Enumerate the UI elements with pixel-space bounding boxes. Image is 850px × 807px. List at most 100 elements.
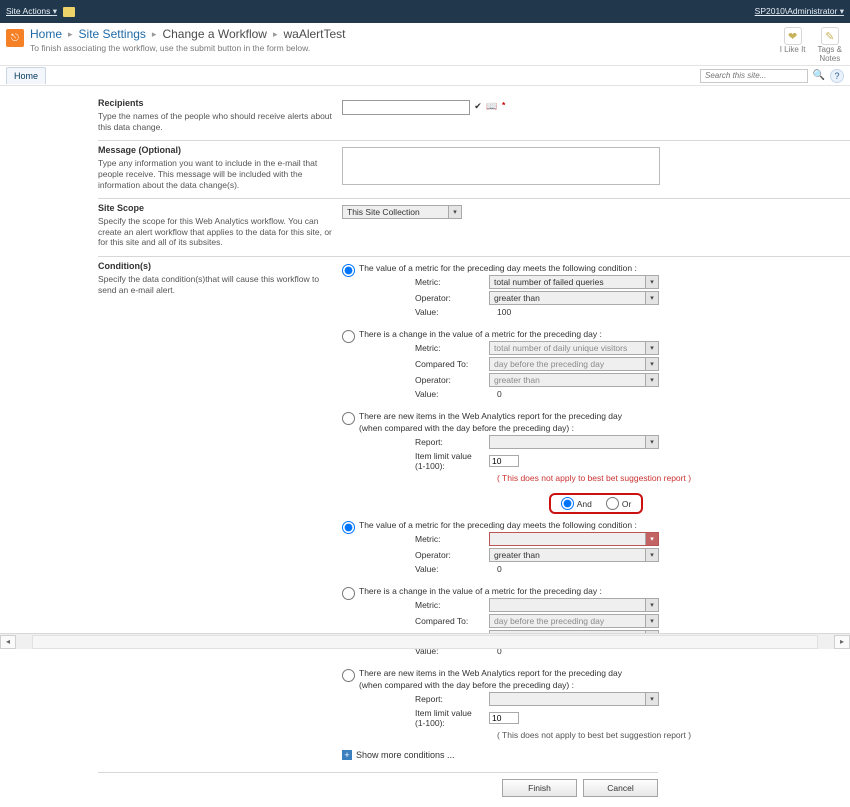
- c6-report-select[interactable]: ▾: [489, 692, 659, 706]
- search-input[interactable]: [700, 69, 808, 83]
- c5-compared-select[interactable]: day before the preceding day▾: [489, 614, 659, 628]
- condition-2-title: There is a change in the value of a metr…: [359, 329, 850, 339]
- c5-metric-select[interactable]: ▾: [489, 598, 659, 612]
- c6-item-limit-input[interactable]: [489, 712, 519, 724]
- condition-4-radio[interactable]: [342, 521, 355, 534]
- recipients-input[interactable]: [342, 100, 470, 115]
- i-like-it-label: I Like It: [780, 45, 806, 54]
- condition-5-title: There is a change in the value of a metr…: [359, 586, 850, 596]
- or-radio[interactable]: [606, 497, 619, 510]
- label-value: Value:: [359, 389, 489, 399]
- c1-metric-select[interactable]: total number of failed queries▾: [489, 275, 659, 289]
- breadcrumb-home[interactable]: Home: [30, 27, 62, 41]
- chevron-down-icon: ▾: [645, 276, 658, 288]
- scope-desc: Specify the scope for this Web Analytics…: [98, 216, 336, 248]
- show-more-label: Show more conditions ...: [356, 750, 455, 760]
- chevron-down-icon: ▾: [645, 599, 658, 611]
- or-option[interactable]: Or: [606, 497, 631, 510]
- label-operator: Operator:: [359, 550, 489, 560]
- condition-2-radio[interactable]: [342, 330, 355, 343]
- cancel-button[interactable]: Cancel: [583, 779, 658, 797]
- label-metric: Metric:: [359, 343, 489, 353]
- scroll-left-icon[interactable]: ◂: [0, 635, 16, 649]
- c4-metric-select[interactable]: ▾: [489, 532, 659, 546]
- c2-metric-select[interactable]: total number of daily unique visitors▾: [489, 341, 659, 355]
- chevron-down-icon: ▾: [645, 549, 658, 561]
- recipients-title: Recipients: [98, 98, 336, 108]
- label-report: Report:: [359, 694, 489, 704]
- message-textarea[interactable]: [342, 147, 660, 185]
- scope-select[interactable]: This Site Collection ▾: [342, 205, 462, 219]
- site-logo-icon: ⎋: [6, 29, 24, 47]
- message-title: Message (Optional): [98, 145, 336, 155]
- label-report: Report:: [359, 437, 489, 447]
- label-operator: Operator:: [359, 375, 489, 385]
- tab-home[interactable]: Home: [6, 67, 46, 84]
- condition-6-title-b: (when compared with the day before the p…: [359, 680, 850, 690]
- breadcrumb-site-settings[interactable]: Site Settings: [79, 27, 146, 41]
- label-metric: Metric:: [359, 600, 489, 610]
- browse-people-icon[interactable]: 📖: [486, 100, 498, 112]
- c2-value: 0: [489, 389, 502, 399]
- condition-6: There are new items in the Web Analytics…: [342, 668, 850, 740]
- finish-button[interactable]: Finish: [502, 779, 577, 797]
- check-names-icon[interactable]: ✔: [472, 100, 484, 112]
- condition-4: The value of a metric for the preceding …: [342, 520, 850, 576]
- scope-title: Site Scope: [98, 203, 336, 213]
- condition-1-radio[interactable]: [342, 264, 355, 277]
- button-row: Finish Cancel: [98, 772, 658, 807]
- label-value: Value:: [359, 307, 489, 317]
- condition-3: There are new items in the Web Analytics…: [342, 411, 850, 483]
- chevron-down-icon: ▾: [645, 533, 658, 545]
- page-subtitle: To finish associating the workflow, use …: [30, 43, 346, 53]
- site-actions-menu[interactable]: Site Actions ▾: [6, 6, 57, 17]
- c1-value: 100: [489, 307, 511, 317]
- condition-1-title: The value of a metric for the preceding …: [359, 263, 850, 273]
- breadcrumb: Home ▸ Site Settings ▸ Change a Workflow…: [30, 27, 346, 41]
- nav-up-icon[interactable]: [63, 7, 75, 17]
- c2-operator-select[interactable]: greater than▾: [489, 373, 659, 387]
- section-conditions: Condition(s) Specify the data condition(…: [98, 256, 850, 768]
- account-menu[interactable]: SP2010\Administrator ▾: [755, 6, 844, 17]
- c2-compared-select[interactable]: day before the preceding day▾: [489, 357, 659, 371]
- label-operator: Operator:: [359, 293, 489, 303]
- label-compared-to: Compared To:: [359, 616, 489, 626]
- scroll-right-icon[interactable]: ▸: [834, 635, 850, 649]
- top-nav: Home 🔍 ?: [0, 66, 850, 86]
- condition-6-radio[interactable]: [342, 669, 355, 682]
- conditions-desc: Specify the data condition(s)that will c…: [98, 274, 336, 295]
- form-content: Recipients Type the names of the people …: [0, 86, 850, 807]
- i-like-it-icon[interactable]: ❤: [784, 27, 802, 45]
- c3-report-select[interactable]: ▾: [489, 435, 659, 449]
- search-icon[interactable]: 🔍: [812, 69, 826, 83]
- recipients-desc: Type the names of the people who should …: [98, 111, 336, 132]
- condition-5-radio[interactable]: [342, 587, 355, 600]
- label-metric: Metric:: [359, 534, 489, 544]
- tags-notes-icon[interactable]: ✎: [821, 27, 839, 45]
- condition-1: The value of a metric for the preceding …: [342, 263, 850, 319]
- condition-3-radio[interactable]: [342, 412, 355, 425]
- title-area: ⎋ Home ▸ Site Settings ▸ Change a Workfl…: [0, 23, 850, 66]
- label-value: Value:: [359, 564, 489, 574]
- chevron-down-icon: ▾: [645, 693, 658, 705]
- breadcrumb-current: waAlertTest: [283, 27, 345, 41]
- and-option[interactable]: And: [561, 497, 592, 510]
- scroll-track[interactable]: [32, 635, 818, 649]
- help-icon[interactable]: ?: [830, 69, 844, 83]
- chevron-right-icon: ▸: [273, 29, 278, 40]
- chevron-right-icon: ▸: [152, 29, 157, 40]
- c1-operator-select[interactable]: greater than▾: [489, 291, 659, 305]
- c4-operator-select[interactable]: greater than▾: [489, 548, 659, 562]
- label-metric: Metric:: [359, 277, 489, 287]
- show-more-conditions[interactable]: + Show more conditions ...: [342, 750, 850, 760]
- chevron-down-icon: ▾: [645, 374, 658, 386]
- and-radio[interactable]: [561, 497, 574, 510]
- label-item-limit: Item limit value (1-100):: [359, 451, 489, 471]
- horizontal-scrollbar[interactable]: ◂ ▸: [0, 633, 850, 649]
- required-indicator: *: [502, 100, 505, 110]
- condition-6-title-a: There are new items in the Web Analytics…: [359, 668, 850, 678]
- c3-note: ( This does not apply to best bet sugges…: [359, 473, 850, 483]
- chevron-down-icon: ▾: [645, 358, 658, 370]
- section-site-scope: Site Scope Specify the scope for this We…: [98, 198, 850, 256]
- c3-item-limit-input[interactable]: [489, 455, 519, 467]
